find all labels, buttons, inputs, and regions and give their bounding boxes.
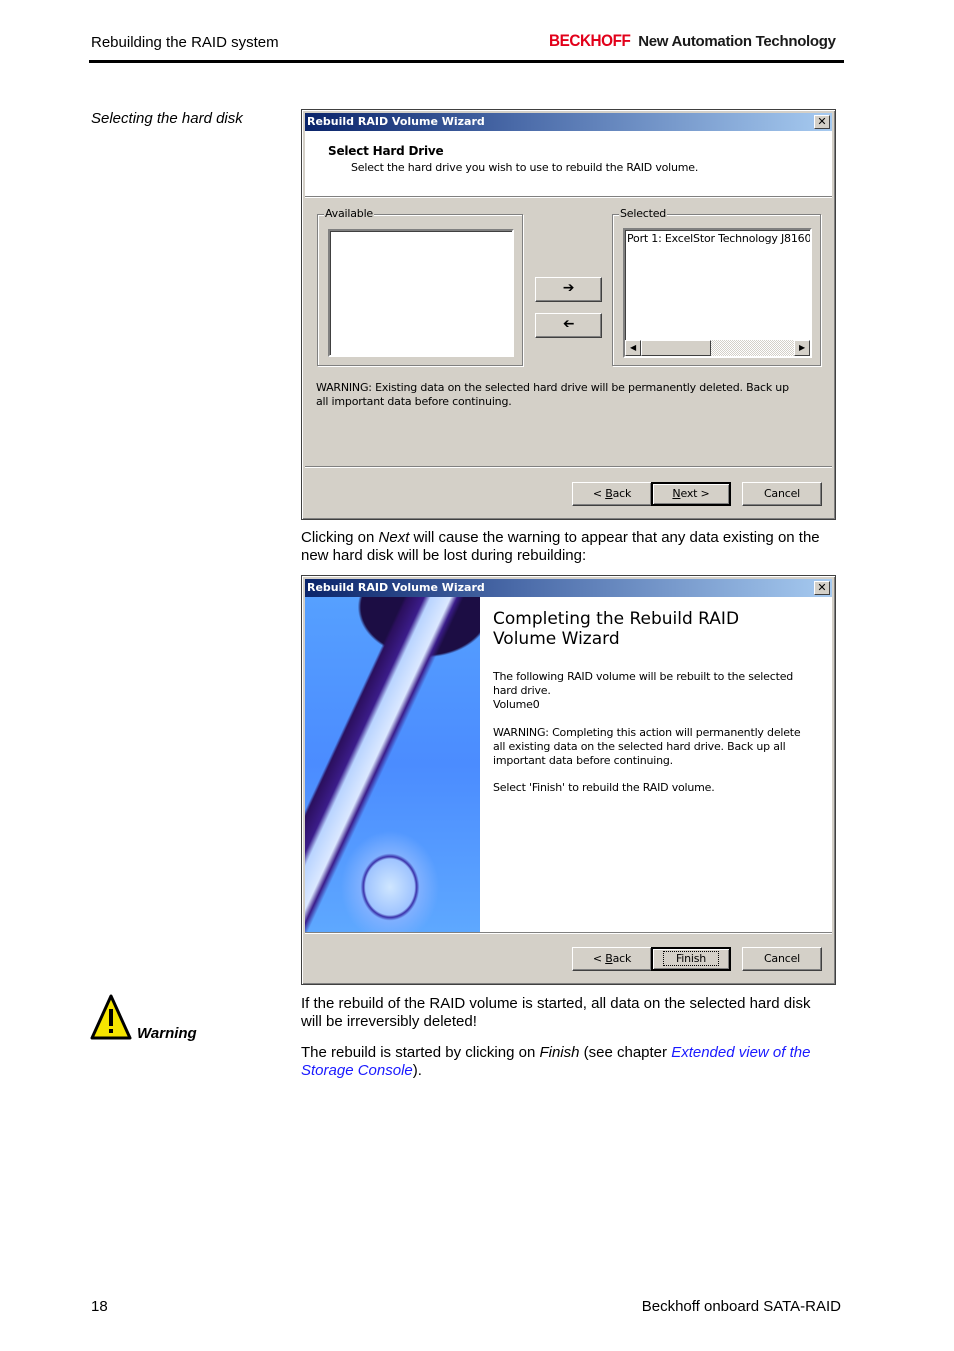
dialog-warning-text: WARNING: Existing data on the selected h… (316, 381, 789, 408)
selected-list-item[interactable]: Port 1: ExcelStor Technology J8160 (627, 232, 810, 245)
next-button[interactable]: Next > (651, 482, 731, 506)
cancel-button[interactable]: Cancel (742, 947, 822, 971)
beckhoff-logo: BECKHOFF (549, 31, 631, 50)
dialog-titlebar: Rebuild RAID Volume Wizard ✕ (305, 579, 832, 597)
selected-listbox[interactable]: Port 1: ExcelStor Technology J8160 ◀ ▶ (623, 228, 812, 358)
completion-heading: Completing the Rebuild RAID Volume Wizar… (493, 609, 740, 649)
cancel-button[interactable]: Cancel (742, 482, 822, 506)
scroll-thumb[interactable] (641, 340, 711, 356)
selected-label: Selected (619, 207, 668, 220)
warning-triangle-icon (90, 994, 132, 1040)
arrow-right-icon: ➔ (562, 280, 575, 296)
close-icon[interactable]: ✕ (814, 115, 830, 129)
available-listbox[interactable] (328, 229, 514, 357)
select-hard-drive-dialog: Rebuild RAID Volume Wizard ✕ Select Hard… (301, 109, 836, 520)
add-drive-button[interactable]: ➔ (535, 277, 602, 302)
brand: BECKHOFF New Automation Technology (549, 31, 836, 51)
available-group: Available (317, 207, 523, 366)
document-title: Beckhoff onboard SATA-RAID (641, 1298, 841, 1315)
footer-separator (305, 466, 832, 468)
brand-tagline: New Automation Technology (638, 33, 836, 50)
completion-warning: WARNING: Completing this action will per… (493, 726, 801, 767)
warning-label: Warning (137, 1025, 197, 1042)
arrow-left-icon: ➔ (562, 316, 575, 332)
header-rule (89, 60, 844, 63)
dialog-titlebar: Rebuild RAID Volume Wizard ✕ (305, 113, 832, 131)
paragraph-next-warning: Clicking on Next will cause the warning … (301, 529, 820, 564)
completion-instruction: Select 'Finish' to rebuild the RAID volu… (493, 781, 715, 794)
wizard-header: Select Hard Drive Select the hard drive … (305, 131, 832, 196)
back-button[interactable]: < Back (572, 482, 652, 506)
footer-separator (305, 932, 832, 934)
finish-button[interactable]: Finish (651, 947, 731, 971)
dialog-title: Rebuild RAID Volume Wizard (307, 581, 485, 594)
completing-wizard-dialog: Rebuild RAID Volume Wizard ✕ Completing … (301, 575, 836, 985)
volume-name: Volume0 (493, 698, 540, 711)
warning-text: If the rebuild of the RAID volume is sta… (301, 995, 811, 1030)
selected-group: Selected Port 1: ExcelStor Technology J8… (612, 207, 821, 366)
scroll-right-button[interactable]: ▶ (794, 340, 810, 356)
available-label: Available (324, 207, 374, 220)
scroll-left-button[interactable]: ◀ (625, 340, 641, 356)
horizontal-scrollbar[interactable]: ◀ ▶ (625, 340, 810, 356)
section-title: Rebuilding the RAID system (91, 34, 279, 51)
wizard-content: Completing the Rebuild RAID Volume Wizar… (305, 597, 832, 932)
header-separator (305, 196, 832, 198)
paragraph-finish: The rebuild is started by clicking on Fi… (301, 1044, 811, 1079)
remove-drive-button[interactable]: ➔ (535, 313, 602, 338)
close-icon[interactable]: ✕ (814, 581, 830, 595)
side-label: Selecting the hard disk (91, 110, 243, 127)
dialog-title: Rebuild RAID Volume Wizard (307, 115, 485, 128)
wizard-subheading: Select the hard drive you wish to use to… (351, 161, 699, 174)
page-number: 18 (91, 1298, 108, 1315)
completion-line1: The following RAID volume will be rebuil… (493, 670, 794, 697)
hard-disk-image (305, 597, 480, 932)
wizard-heading: Select Hard Drive (328, 144, 444, 158)
back-button[interactable]: < Back (572, 947, 652, 971)
